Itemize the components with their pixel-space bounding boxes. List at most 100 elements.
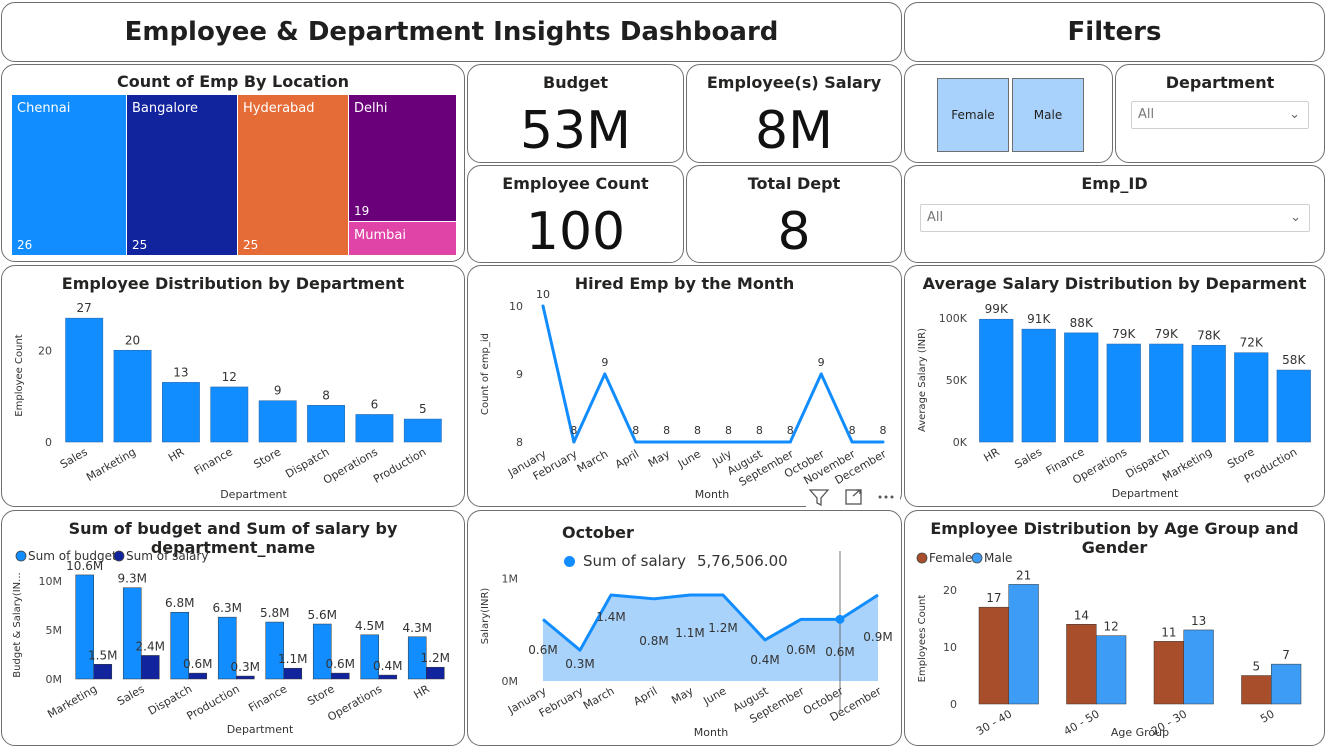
- bar: [1271, 663, 1302, 705]
- legend-label: Female: [929, 551, 972, 565]
- x-axis-title: Age Group: [1111, 726, 1169, 739]
- bar: [1234, 352, 1269, 443]
- bar: [378, 674, 398, 680]
- legend-swatch: [971, 552, 983, 564]
- bar: [141, 655, 160, 680]
- x-tick-label: Sales: [115, 682, 147, 708]
- treemap-cell-count: 25: [243, 238, 259, 252]
- empid-slicer-label: Emp_ID: [1081, 174, 1148, 193]
- age-gender-card: Employee Distribution by Age Group and G…: [904, 510, 1325, 746]
- x-tick-label: Marketing: [84, 445, 138, 484]
- visual-header: [806, 485, 900, 509]
- bar: [113, 349, 152, 443]
- y-axis-title: Salary(INR): [480, 588, 491, 645]
- gender-male-tile[interactable]: Male: [1012, 78, 1084, 152]
- x-tick-label: HR: [166, 445, 187, 464]
- data-label: 8: [694, 424, 701, 437]
- data-label: 9: [818, 356, 825, 369]
- line-series: [541, 305, 883, 444]
- department-dropdown-value: All: [1138, 107, 1155, 122]
- empid-dropdown-value: All: [927, 210, 944, 225]
- kpi-budget-value: 53M: [519, 101, 632, 161]
- department-dropdown[interactable]: All ⌄: [1131, 101, 1309, 129]
- y-tick-label: 100K: [939, 312, 968, 325]
- data-label: 78K: [1197, 328, 1221, 342]
- treemap-cell-mumbai[interactable]: Mumbai: [349, 222, 456, 255]
- hover-point: [835, 614, 845, 624]
- y-tick-label: 10: [943, 641, 957, 654]
- data-label: 1.1M: [278, 652, 307, 666]
- y-tick-label: 10: [509, 300, 523, 313]
- data-label: 8: [756, 424, 763, 437]
- x-tick-label: Production: [185, 682, 242, 723]
- more-options-icon[interactable]: [878, 495, 894, 499]
- y-tick-label: 1M: [502, 572, 519, 585]
- budget-salary-chart: Sum of budget Sum of salary0M5M10M10.6M1.…: [12, 549, 450, 736]
- emp-by-dept-chart: 0 20 27 Sales 20 Marketing 13 HR 12 Finance 9 Store…: [14, 301, 442, 501]
- treemap-cell-bangalore[interactable]: Bangalore 25: [127, 95, 237, 255]
- x-tick-label: Finance: [246, 682, 289, 714]
- treemap-cell-label: Hyderabad: [243, 101, 315, 116]
- bar: [979, 318, 1014, 443]
- filters-title-card: Filters: [904, 2, 1325, 62]
- data-label: 5: [419, 402, 427, 416]
- data-label: 8: [663, 424, 670, 437]
- filter-icon[interactable]: [808, 489, 830, 507]
- x-tick-label: Finance: [192, 445, 235, 477]
- line-point: [757, 440, 761, 444]
- bar: [1241, 675, 1272, 705]
- line-point: [819, 372, 823, 376]
- data-label: 10: [536, 288, 550, 301]
- kpi-count-value: 100: [525, 202, 626, 262]
- treemap-cell-delhi[interactable]: Delhi 19: [349, 95, 456, 221]
- x-tick-label: HR: [411, 682, 432, 701]
- budget-salary-card: Sum of budget and Sum of salary by depar…: [1, 510, 465, 746]
- treemap-cell-chennai[interactable]: Chennai 26: [12, 95, 126, 255]
- kpi-salary-value: 8M: [755, 101, 833, 161]
- data-label: 14: [1074, 608, 1089, 622]
- data-label: 58K: [1282, 353, 1306, 367]
- data-label: 8: [880, 424, 887, 437]
- line-point: [881, 440, 885, 444]
- data-label: 6: [371, 397, 379, 411]
- kpi-count-card: Employee Count 100: [467, 165, 684, 263]
- bar: [162, 382, 200, 443]
- salary-by-month-card: 0M 1M 0.6M January 0.3M February 1.4M March 0.8M…: [467, 510, 902, 746]
- bar: [65, 317, 104, 443]
- line-point: [572, 440, 576, 444]
- data-label: 11: [1161, 625, 1176, 639]
- data-label: 21: [1016, 568, 1031, 582]
- age-gender-chart: Female Male 0 10 20 17 21 30 - 40 14 12 40 - 50 11 1…: [916, 551, 1302, 739]
- legend-label: Sum of salary: [126, 549, 208, 563]
- legend-swatch: [916, 552, 928, 564]
- kpi-dept-card: Total Dept 8: [686, 165, 902, 263]
- y-tick-label: 20: [38, 344, 52, 357]
- empid-dropdown[interactable]: All ⌄: [920, 204, 1310, 232]
- bar: [1064, 332, 1099, 443]
- line-point: [603, 372, 607, 376]
- bar: [1276, 369, 1311, 443]
- bar: [355, 414, 394, 443]
- chevron-down-icon: ⌄: [1289, 107, 1300, 122]
- x-tick-label: Store: [252, 445, 284, 471]
- x-tick-label: Store: [1225, 445, 1257, 471]
- data-label: 0.6M: [825, 645, 854, 659]
- data-label: 1.2M: [708, 621, 737, 635]
- hired-by-month-chart: 891010January8February9March8April8May8J…: [480, 288, 889, 501]
- data-label: 6.8M: [165, 596, 194, 610]
- y-tick-label: 0: [950, 698, 957, 711]
- gender-slicer-card: Female Male: [904, 64, 1113, 163]
- bar: [210, 386, 249, 443]
- data-label: 79K: [1112, 327, 1136, 341]
- data-label: 0.9M: [863, 630, 892, 644]
- treemap-cell-count: 26: [17, 238, 33, 252]
- bar: [236, 675, 255, 680]
- location-treemap: Chennai 26 Bangalore 25 Hyderabad 25 Delhi 19 Mu…: [12, 95, 456, 255]
- treemap-cell-count: 25: [132, 238, 148, 252]
- data-label: 8: [725, 424, 732, 437]
- x-tick-label: Operations: [325, 682, 384, 724]
- gender-female-tile[interactable]: Female: [937, 78, 1009, 152]
- data-label: 72K: [1240, 336, 1264, 350]
- focus-mode-icon[interactable]: [845, 489, 862, 505]
- treemap-cell-hyderabad[interactable]: Hyderabad 25: [238, 95, 348, 255]
